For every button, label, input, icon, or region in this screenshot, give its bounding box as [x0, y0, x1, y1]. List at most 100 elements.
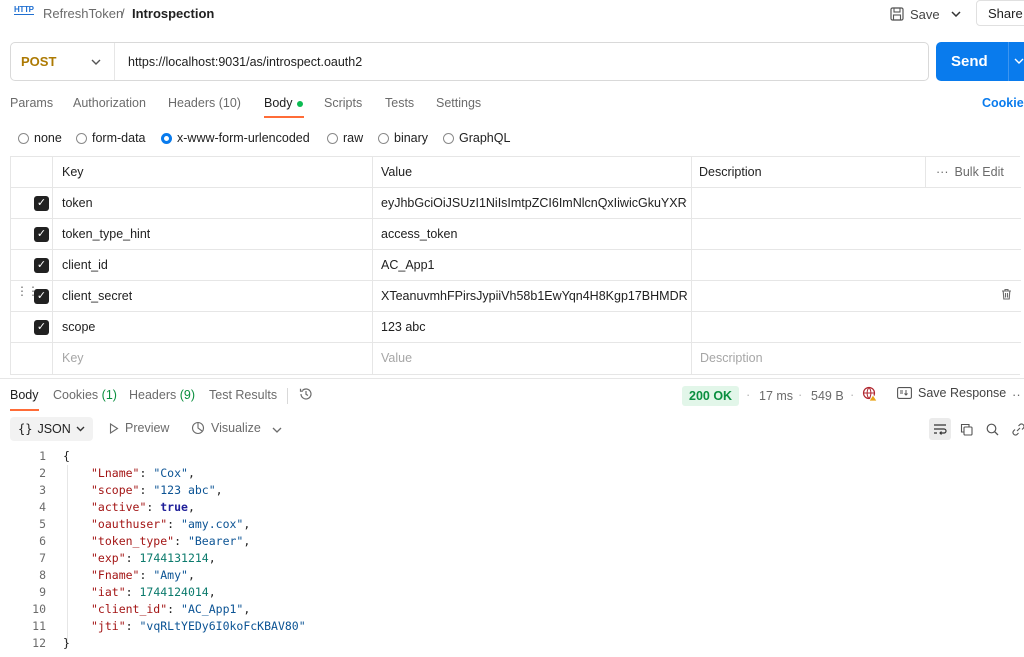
resp-tab-headers[interactable]: Headers (9): [129, 388, 195, 402]
json-key: "oauthuser": [91, 517, 168, 531]
meta-separator: ·: [798, 387, 803, 402]
param-value[interactable]: eyJhbGciOiJSUzI1NiIsImtpZCI6ImNlcnQxIiwi…: [381, 188, 687, 218]
tab-authorization[interactable]: Authorization: [73, 96, 146, 110]
status-badge[interactable]: 200 OK: [682, 386, 740, 406]
param-key[interactable]: client_id: [62, 250, 108, 280]
param-key[interactable]: token: [62, 188, 93, 218]
row-checkbox[interactable]: ✓: [34, 289, 49, 304]
more-options-icon[interactable]: ··: [1012, 387, 1021, 402]
trash-icon[interactable]: [1001, 288, 1012, 303]
table-row[interactable]: ⋮⋮ ✓ client_secret XTeanuvmhFPirsJypiiVh…: [11, 281, 1021, 312]
preview-button[interactable]: Preview: [109, 421, 169, 435]
json-value: true: [160, 500, 188, 514]
save-label: Save: [910, 6, 940, 22]
new-key-input[interactable]: Key: [62, 343, 84, 373]
param-value[interactable]: AC_App1: [381, 250, 687, 280]
param-key[interactable]: scope: [62, 312, 95, 342]
visualize-label: Visualize: [211, 421, 261, 435]
tab-body[interactable]: Body: [264, 96, 303, 110]
request-tabs: Params Authorization Headers (10) Body S…: [0, 90, 1024, 118]
share-button[interactable]: Share: [976, 0, 1024, 26]
search-icon[interactable]: [981, 418, 1003, 440]
response-size[interactable]: 549 B: [811, 389, 844, 403]
save-response-button[interactable]: Save Response: [897, 386, 1006, 400]
page-title[interactable]: Introspection: [132, 6, 214, 21]
chevron-down-icon[interactable]: [91, 53, 101, 68]
tab-scripts[interactable]: Scripts: [324, 96, 362, 110]
history-icon[interactable]: [298, 386, 314, 405]
response-time[interactable]: 17 ms: [759, 389, 793, 403]
code-line: 12}: [0, 635, 1024, 652]
tab-headers[interactable]: Headers (10): [168, 96, 241, 110]
resp-tab-body[interactable]: Body: [10, 388, 39, 402]
new-description-input[interactable]: Description: [700, 343, 763, 373]
line-number: 8: [39, 568, 46, 582]
globe-warning-icon[interactable]: [862, 386, 878, 405]
new-param-row[interactable]: Key Value Description: [11, 343, 1021, 374]
chevron-down-icon: [951, 11, 961, 17]
tab-tests[interactable]: Tests: [385, 96, 414, 110]
cookies-link[interactable]: Cookie: [982, 96, 1024, 110]
wrap-lines-icon[interactable]: [929, 418, 951, 440]
radio-raw[interactable]: raw: [327, 131, 363, 145]
json-value: "Bearer": [187, 534, 244, 548]
json-key: "jti": [91, 619, 126, 633]
radio-none[interactable]: none: [18, 131, 62, 145]
tab-params[interactable]: Params: [10, 96, 53, 110]
send-button[interactable]: Send: [936, 42, 1024, 81]
param-key[interactable]: client_secret: [62, 281, 132, 311]
tab-settings[interactable]: Settings: [436, 96, 481, 110]
radio-form-data[interactable]: form-data: [76, 131, 146, 145]
breadcrumb-collection[interactable]: RefreshToken: [43, 6, 123, 21]
row-checkbox[interactable]: ✓: [34, 227, 49, 242]
link-icon[interactable]: [1007, 418, 1024, 440]
radio-urlencoded[interactable]: x-www-form-urlencoded: [161, 131, 310, 145]
radio-circle: [18, 132, 29, 144]
save-options-button[interactable]: [943, 2, 969, 26]
save-button[interactable]: Save: [886, 2, 942, 26]
format-select[interactable]: {} JSON: [10, 417, 93, 441]
table-row[interactable]: ✓ token eyJhbGciOiJSUzI1NiIsImtpZCI6ImNl…: [11, 188, 1021, 219]
radio-label: GraphQL: [459, 131, 511, 145]
copy-icon[interactable]: [955, 418, 977, 440]
param-value[interactable]: 123 abc: [381, 312, 687, 342]
code-line: 1{: [0, 448, 1024, 465]
preview-label: Preview: [125, 421, 170, 435]
save-response-label: Save Response: [918, 386, 1007, 400]
row-checkbox[interactable]: ✓: [34, 196, 49, 211]
param-value[interactable]: XTeanuvmhFPirsJypiiVh58b1EwYqn4H8Kgp17BH…: [381, 281, 687, 311]
bulk-edit-button[interactable]: ··· Bulk Edit: [936, 157, 1004, 187]
line-number: 11: [32, 619, 46, 633]
code-line: 11 "jti": "vqRLtYEDy6I0koFcKBAV80": [0, 618, 1024, 635]
chevron-down-icon[interactable]: [1014, 52, 1024, 67]
row-checkbox[interactable]: ✓: [34, 258, 49, 273]
visualize-button[interactable]: Visualize: [191, 421, 261, 435]
row-checkbox[interactable]: ✓: [34, 320, 49, 335]
meta-separator: ·: [746, 387, 751, 402]
line-number: 12: [32, 636, 46, 650]
url-divider: [114, 43, 115, 80]
code-line: 6 "token_type": "Bearer",: [0, 533, 1024, 550]
radio-binary[interactable]: binary: [378, 131, 428, 145]
code-text: "Fname": "Amy",: [91, 568, 195, 582]
chevron-down-icon[interactable]: [272, 421, 282, 436]
param-key[interactable]: token_type_hint: [62, 219, 150, 249]
table-row[interactable]: ✓ token_type_hint access_token: [11, 219, 1021, 250]
http-request-icon: HTTP: [14, 5, 34, 15]
new-value-input[interactable]: Value: [381, 343, 412, 373]
resp-tab-test-results[interactable]: Test Results: [209, 388, 277, 402]
radio-graphql[interactable]: GraphQL: [443, 131, 510, 145]
body-modified-dot: [296, 100, 303, 107]
resp-tab-cookies[interactable]: Cookies (1): [53, 388, 117, 402]
table-row[interactable]: ✓ client_id AC_App1: [11, 250, 1021, 281]
table-row[interactable]: ✓ scope 123 abc: [11, 312, 1021, 343]
radio-circle: [327, 132, 338, 144]
code-line: 5 "oauthuser": "amy.cox",: [0, 516, 1024, 533]
url-input[interactable]: https://localhost:9031/as/introspect.oau…: [128, 55, 362, 69]
param-value[interactable]: access_token: [381, 219, 687, 249]
code-line: 8 "Fname": "Amy",: [0, 567, 1024, 584]
method-select[interactable]: POST: [21, 54, 56, 69]
active-tab-indicator: [10, 409, 39, 411]
response-body-viewer[interactable]: 1{2 "Lname": "Cox", 3 "scope": "123 abc", 4 "…: [0, 448, 1024, 657]
column-header-key: Key: [62, 165, 84, 179]
